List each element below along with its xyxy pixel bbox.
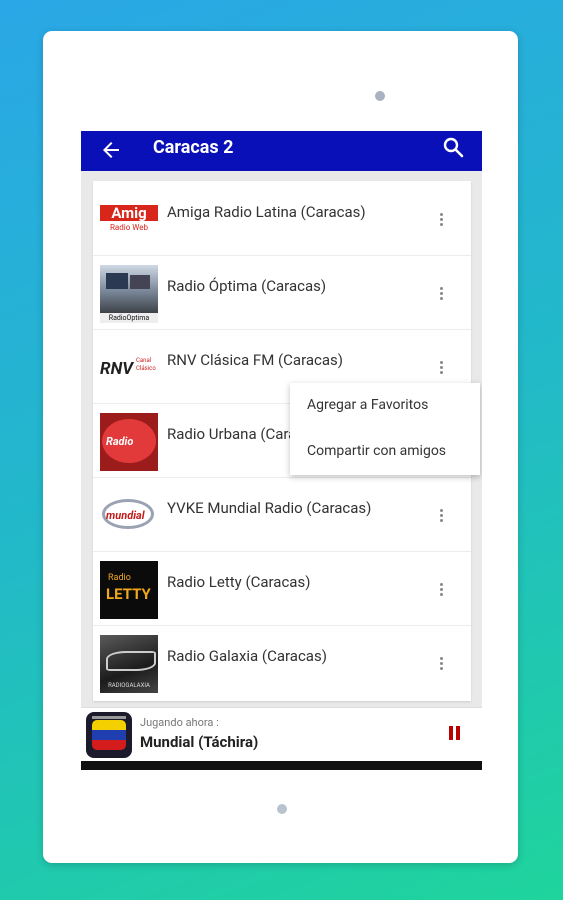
list-item[interactable]: RadioOptima Radio Óptima (Caracas): [93, 255, 471, 330]
station-logo: RNV Canal Clásico: [100, 339, 158, 397]
app-screen: Caracas 2 Amig Radio Web Amiga Radio Lat…: [81, 131, 482, 770]
logo-text: Clásico: [136, 365, 156, 372]
logo-text: Amig: [100, 205, 158, 221]
now-playing-station: Mundial (Táchira): [140, 733, 259, 751]
logo-text: RNV: [100, 359, 133, 379]
more-options-icon[interactable]: [435, 581, 447, 599]
now-playing-artwork: [86, 712, 132, 758]
share-with-friends-item[interactable]: Compartir con amigos: [307, 443, 446, 459]
list-item[interactable]: Amig Radio Web Amiga Radio Latina (Carac…: [93, 181, 471, 256]
station-logo: RADIOGALAXIA: [100, 635, 158, 693]
list-item[interactable]: mundial YVKE Mundial Radio (Caracas): [93, 477, 471, 552]
station-logo: Radio LETTY: [100, 561, 158, 619]
search-icon[interactable]: [441, 135, 465, 159]
now-playing-bar[interactable]: Jugando ahora : Mundial (Táchira): [81, 707, 482, 761]
more-options-icon[interactable]: [435, 211, 447, 229]
more-options-icon[interactable]: [435, 507, 447, 525]
back-arrow-icon[interactable]: [99, 137, 123, 163]
context-menu: Agregar a Favoritos Compartir con amigos: [290, 383, 480, 475]
logo-text: LETTY: [106, 585, 151, 603]
logo-text: RADIOGALAXIA: [108, 682, 150, 689]
station-logo: RadioOptima: [100, 265, 158, 323]
add-to-favorites-item[interactable]: Agregar a Favoritos: [307, 397, 428, 413]
home-dot: [277, 804, 287, 814]
station-name: Radio Galaxia (Caracas): [167, 647, 327, 665]
more-options-icon[interactable]: [435, 359, 447, 377]
pause-icon[interactable]: [449, 726, 463, 742]
logo-text: mundial: [106, 509, 145, 522]
station-logo: mundial: [100, 487, 158, 545]
station-name: Radio Letty (Caracas): [167, 573, 311, 591]
logo-text: Canal: [136, 357, 152, 364]
station-name: Amiga Radio Latina (Caracas): [167, 203, 366, 221]
more-options-icon[interactable]: [435, 655, 447, 673]
logo-text: Radio: [108, 573, 131, 583]
logo-shape: [106, 273, 128, 289]
station-logo: Amig Radio Web: [100, 191, 158, 249]
now-playing-label: Jugando ahora :: [140, 716, 219, 729]
station-name: YVKE Mundial Radio (Caracas): [167, 499, 372, 517]
app-bar: Caracas 2: [81, 131, 482, 171]
logo-shape: [130, 275, 150, 289]
list-item[interactable]: Radio LETTY Radio Letty (Caracas): [93, 551, 471, 626]
logo-text: Radio Web: [110, 223, 148, 232]
logo-text: RadioOptima: [100, 313, 158, 323]
logo-text: Canal Clásico: [136, 357, 156, 373]
station-logo: Radio: [100, 413, 158, 471]
list-item[interactable]: RADIOGALAXIA Radio Galaxia (Caracas): [93, 625, 471, 699]
station-name: RNV Clásica FM (Caracas): [167, 351, 343, 369]
system-nav-bar: [81, 761, 482, 770]
logo-text: Radio: [106, 435, 134, 448]
page-title: Caracas 2: [153, 137, 234, 158]
station-name: Radio Óptima (Caracas): [167, 277, 327, 295]
camera-dot: [375, 91, 385, 101]
logo-shape: [106, 651, 156, 671]
more-options-icon[interactable]: [435, 285, 447, 303]
